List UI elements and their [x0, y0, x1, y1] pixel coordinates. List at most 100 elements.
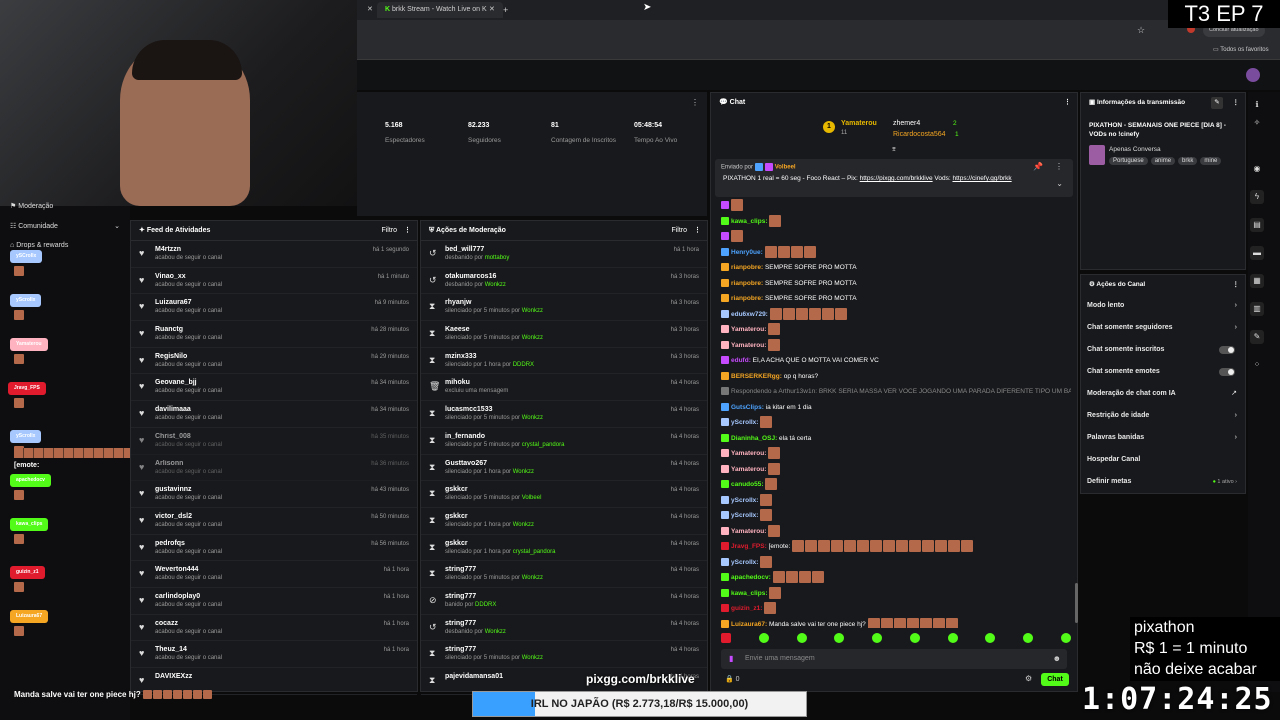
pinned-link-pix[interactable]: https://pixgg.com/brkklive — [860, 175, 933, 182]
leader-1[interactable]: Yamaterou — [841, 120, 877, 127]
feed-username[interactable]: DAVIXEXzz — [155, 668, 417, 680]
feed-row[interactable]: ♥ M4rtzzn acabou de seguir o canal há 1 seg… — [131, 241, 417, 268]
apps-icon[interactable]: ⁘ — [1250, 358, 1264, 372]
mod-username[interactable]: string777 — [445, 561, 707, 573]
chat-message[interactable]: Yamaterou: — [711, 446, 1071, 462]
stream-tag[interactable]: anime — [1150, 157, 1176, 165]
chat-username[interactable]: Yamaterou: — [731, 528, 768, 535]
emote-icon[interactable] — [947, 633, 958, 643]
feed-row[interactable]: ♥ Weverton444 acabou de seguir o canal há 1… — [131, 561, 417, 588]
feed-row[interactable]: ♥ Theuz_14 acabou de seguir o canal há 1 ho… — [131, 641, 417, 668]
action-chevron-icon[interactable]: › — [1235, 317, 1237, 339]
mod-row[interactable]: ⧗ mzinx333 silenciado por 1 hora por DDDRX… — [421, 348, 707, 375]
chat-user-pill[interactable]: guizin_z1 — [10, 566, 45, 579]
feed-row[interactable]: ♥ RegisNilo acabou de seguir o canal há 29 … — [131, 348, 417, 375]
chat-message[interactable]: Dianinha_OSJ: ela tá certa — [711, 431, 1071, 447]
feed-row[interactable]: ♥ cocazz acabou de seguir o canal há 1 hora — [131, 615, 417, 642]
action-chevron-icon[interactable]: › — [1235, 405, 1237, 427]
pinned-link-vods[interactable]: https://cinefy.gg/brkk — [952, 175, 1011, 182]
emote-icon[interactable] — [872, 633, 883, 643]
moderator-name[interactable]: Volbeel — [522, 495, 542, 501]
chat-message[interactable]: Yamaterou: — [711, 462, 1071, 478]
mod-username[interactable]: string777 — [445, 641, 707, 653]
chat-username[interactable]: rianpobre: — [731, 280, 765, 287]
chat-message[interactable]: rianpobre: SEMPRE SOFRE PRO MOTTA — [711, 276, 1071, 292]
mod-username[interactable]: otakumarcos16 — [445, 268, 707, 280]
more-icon[interactable]: ⋮ — [404, 221, 411, 241]
chat-message[interactable]: kawa_clips: — [711, 214, 1071, 230]
chat-message[interactable]: Yamaterou: — [711, 338, 1071, 354]
chat-message[interactable]: Yamaterou: — [711, 524, 1071, 540]
chat-username[interactable]: Jravg_FPS: — [731, 543, 769, 550]
feed-username[interactable]: Theuz_14 — [155, 641, 417, 653]
mod-row[interactable]: ↺ string777 desbanido por Wonkzz há 4 horas — [421, 615, 707, 642]
feed-row[interactable]: ♥ victor_dsl2 acabou de seguir o canal há 5… — [131, 508, 417, 535]
channel-action-row[interactable]: Modo lento › — [1081, 295, 1245, 317]
mod-filter-button[interactable]: Filtro — [671, 221, 687, 241]
feed-row[interactable]: ♥ davilimaaa acabou de seguir o canal há 34… — [131, 401, 417, 428]
mod-row[interactable]: ⧗ Kaeese silenciado por 5 minutos por Wonk… — [421, 321, 707, 348]
chat-message[interactable]: Luizaura67: Manda salve vai ter one piec… — [711, 617, 1071, 628]
chat-username[interactable]: rianpobre: — [731, 295, 765, 302]
mod-username[interactable]: bed_will777 — [445, 241, 707, 253]
chat-username[interactable]: yScroIlx: — [731, 497, 760, 504]
more-icon[interactable]: ⋮ — [694, 221, 701, 241]
chat-username[interactable]: apachedocv: — [731, 574, 773, 581]
moderator-name[interactable]: Wonkzz — [513, 469, 534, 475]
chat-message[interactable]: rianpobre: SEMPRE SOFRE PRO MOTTA — [711, 260, 1071, 276]
moderator-name[interactable]: Wonkzz — [522, 335, 543, 341]
more-icon[interactable]: ⋮ — [1233, 275, 1240, 295]
chat-message[interactable]: yScroIlx: — [711, 508, 1071, 524]
emote-icon[interactable] — [721, 633, 731, 643]
mod-username[interactable]: gskkcr — [445, 508, 707, 520]
chat-username[interactable]: edu6xw729: — [731, 311, 770, 318]
mod-row[interactable]: ↺ otakumarcos16 desbanido por Wonkzz há 3 h… — [421, 268, 707, 295]
chat-message[interactable]: kawa_clips: — [711, 586, 1071, 602]
nav-community[interactable]: ☷ Comunidade ⌄ — [10, 222, 120, 230]
chat-username[interactable]: Yamaterou: — [731, 342, 768, 349]
nav-moderation[interactable]: ⚑ Moderação — [10, 202, 53, 210]
chat-username[interactable]: BERSERKERgg: — [731, 373, 784, 380]
chat-message[interactable]: rianpobre: SEMPRE SOFRE PRO MOTTA — [711, 291, 1071, 307]
chat-username[interactable]: GutsClips: — [731, 404, 766, 411]
feed-filter-button[interactable]: Filtro — [381, 221, 397, 241]
mod-row[interactable]: ⧗ lucasmcc1533 silenciado por 5 minutos po… — [421, 401, 707, 428]
chat-message[interactable]: edu6xw729: — [711, 307, 1071, 323]
channel-action-row[interactable]: Hospedar Canal — [1081, 449, 1245, 471]
moderator-name[interactable]: Wonkzz — [513, 522, 534, 528]
feed-username[interactable]: cocazz — [155, 615, 417, 627]
chat-username[interactable]: Henry0ue: — [731, 249, 765, 256]
channel-action-row[interactable]: Definir metas ● 1 ativo › — [1081, 471, 1245, 493]
emote-icon[interactable] — [758, 633, 769, 643]
send-chat-button[interactable]: Chat — [1041, 673, 1069, 686]
chat-user-pill[interactable]: apachedocv — [10, 474, 51, 487]
action-chevron-icon[interactable]: › — [1235, 295, 1237, 317]
emoji-icon[interactable]: ☻ — [1053, 654, 1061, 663]
chat-username[interactable]: yScroIlx: — [731, 559, 760, 566]
feed-row[interactable]: ♥ gustavinnz acabou de seguir o canal há 43… — [131, 481, 417, 508]
channel-action-row[interactable]: Chat somente seguidores › — [1081, 317, 1245, 339]
mod-row[interactable]: ⧗ gskkcr silenciado por 5 minutos por Volb… — [421, 481, 707, 508]
moderator-name[interactable]: DDDRX — [475, 602, 496, 608]
pin-icon[interactable]: 📌 — [1033, 162, 1043, 171]
channel-action-row[interactable]: Restrição de idade › — [1081, 405, 1245, 427]
feed-row[interactable]: ♥ Luizaura67 acabou de seguir o canal há 9 … — [131, 294, 417, 322]
chat-username[interactable]: Yamaterou: — [731, 466, 768, 473]
chat-user-pill[interactable]: Yamaterou — [10, 338, 48, 351]
stream-tag[interactable]: mine — [1200, 157, 1222, 165]
chat-username[interactable]: guizin_z1: — [731, 605, 764, 612]
feed-row[interactable]: ♥ Arlisonn acabou de seguir o canal há 36 m… — [131, 455, 417, 482]
chat-scrollbar[interactable] — [1075, 583, 1078, 623]
mod-row[interactable]: ⧗ in_fernando silenciado por 5 minutos por… — [421, 428, 707, 455]
mod-username[interactable]: mihoku — [445, 374, 707, 386]
mod-username[interactable]: in_fernando — [445, 428, 707, 440]
avatar[interactable] — [1246, 68, 1260, 82]
chat-message[interactable]: Jravg_FPS: [emote: — [711, 539, 1071, 555]
chat-username[interactable]: rianpobre: — [731, 264, 765, 271]
feed-row[interactable]: ♥ carlindoplay0 acabou de seguir o canal há… — [131, 588, 417, 615]
chat-message[interactable]: edufd: EI,A ACHA QUE O MOTTA VAI COMER V… — [711, 353, 1071, 369]
feed-username[interactable]: Weverton444 — [155, 561, 417, 573]
mod-row[interactable]: ⧗ string777 silenciado por 5 minutos por W… — [421, 561, 707, 588]
mod-row[interactable]: ⧗ rhyanjw silenciado por 5 minutos por Won… — [421, 294, 707, 322]
chat-message[interactable] — [711, 229, 1071, 245]
